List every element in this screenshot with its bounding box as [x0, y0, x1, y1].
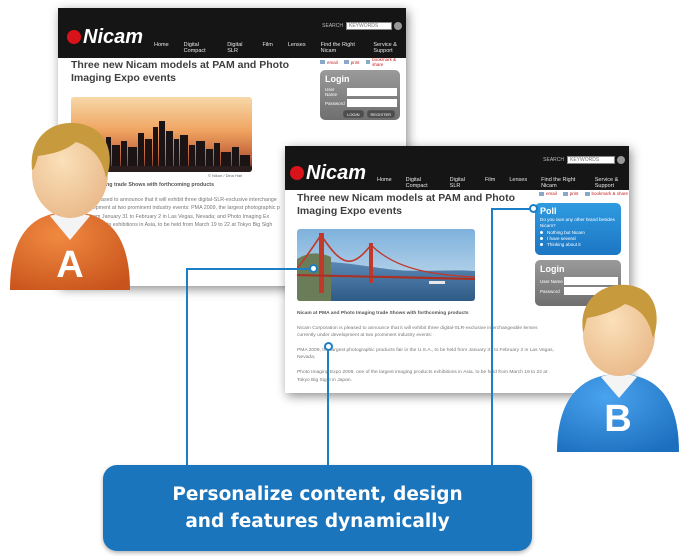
connector-line: [186, 268, 314, 270]
username-label: User Name: [325, 87, 338, 97]
search-box: SEARCH: [322, 22, 402, 30]
poll-option[interactable]: Thinking about it: [540, 242, 621, 247]
nav-item-lenses[interactable]: Lenses: [509, 177, 527, 189]
print-icon: [562, 191, 568, 196]
radio-icon: [540, 243, 543, 247]
connector-dot: [324, 342, 333, 351]
nav-item-lenses[interactable]: Lenses: [288, 42, 306, 54]
login-title: Login: [540, 264, 565, 274]
photo-caption: © Nikon / Dina Hari: [208, 173, 243, 178]
share-tools: email print bookmark & share: [539, 191, 628, 196]
nav-item-film[interactable]: Film: [262, 42, 272, 54]
search-go-icon[interactable]: [617, 156, 625, 164]
radio-icon: [540, 237, 543, 241]
site-header-bar: Nicam SEARCH Home Digital Compact Digita…: [58, 8, 406, 58]
nav-item-service[interactable]: Service & Support: [595, 177, 629, 189]
site-logo: Nicam: [67, 26, 143, 49]
email-link[interactable]: email: [539, 191, 557, 196]
site-logo: Nicam: [290, 162, 366, 185]
poll-option[interactable]: I have several: [540, 236, 621, 241]
golden-gate-bridge-photo: [297, 229, 475, 301]
share-icon: [584, 191, 590, 196]
share-link[interactable]: bookmark & share: [365, 57, 406, 67]
share-tools: email print bookmark & share: [320, 57, 406, 67]
nav-item-find-right[interactable]: Find the Right Nicam: [321, 42, 359, 54]
callout-line-2: and features dynamically: [185, 511, 450, 532]
main-nav: Home Digital Compact Digital SLR Film Le…: [377, 177, 629, 189]
share-link[interactable]: bookmark & share: [584, 191, 628, 196]
login-button[interactable]: LOGIN: [343, 110, 364, 118]
connector-line: [491, 208, 533, 210]
share-icon: [365, 60, 371, 64]
body-paragraph: PMA 2009, the largest photographic produ…: [297, 347, 554, 361]
article-title: Three new Nicam models at PAM and Photo …: [71, 59, 290, 84]
nav-item-digital-compact[interactable]: Digital Compact: [406, 177, 436, 189]
poll-option[interactable]: Nothing but Nicam: [540, 230, 621, 235]
search-label: SEARCH: [322, 23, 343, 29]
poll-title: Poll: [540, 206, 557, 216]
login-panel: Login User Name Password LOGIN REGISTER: [320, 70, 400, 120]
print-link[interactable]: print: [562, 191, 579, 196]
password-row: Password: [325, 99, 400, 107]
callout-line-1: Personalize content, design: [172, 484, 463, 505]
nav-item-home[interactable]: Home: [154, 42, 169, 54]
site-header-bar: Nicam SEARCH Home Digital Compact Digita…: [285, 146, 629, 190]
nav-item-digital-slr[interactable]: Digital SLR: [227, 42, 247, 54]
print-link[interactable]: print: [343, 57, 360, 67]
print-icon: [343, 60, 349, 64]
connector-dot: [309, 264, 318, 273]
body-paragraph: Nicam Corporation is pleased to announce…: [297, 325, 538, 339]
user-a-avatar: A: [6, 112, 134, 292]
avatar-b-letter: B: [604, 398, 632, 440]
search-label: SEARCH: [543, 157, 564, 163]
connector-line: [186, 268, 188, 467]
callout-box: Personalize content, design and features…: [103, 465, 532, 551]
password-field[interactable]: [347, 99, 397, 107]
email-link[interactable]: email: [320, 57, 338, 67]
body-paragraph: Photo Imaging Expo 2009, one of the larg…: [297, 369, 548, 383]
article-body: Nicam at PMA and Photo Imaging trade Sho…: [297, 310, 555, 391]
logo-mark-icon: [290, 166, 304, 180]
search-input[interactable]: [567, 156, 615, 164]
search-box: SEARCH: [543, 156, 625, 164]
article-title: Three new Nicam models at PAM and Photo …: [297, 192, 516, 217]
nav-item-digital-slr[interactable]: Digital SLR: [450, 177, 471, 189]
logo-mark-icon: [67, 30, 81, 44]
connector-line: [491, 208, 493, 467]
nav-item-find-right[interactable]: Find the Right Nicam: [541, 177, 581, 189]
user-b-avatar: B: [553, 276, 683, 454]
nav-item-home[interactable]: Home: [377, 177, 392, 189]
register-button[interactable]: REGISTER: [366, 110, 395, 118]
nav-item-service[interactable]: Service & Support: [373, 42, 406, 54]
nav-item-digital-compact[interactable]: Digital Compact: [184, 42, 213, 54]
article-subhead: Nicam at PMA and Photo Imaging trade Sho…: [297, 311, 469, 316]
connector-line: [327, 346, 329, 467]
radio-icon: [540, 231, 543, 235]
search-go-icon[interactable]: [394, 22, 402, 30]
poll-panel: Poll Do you own any other brand besides …: [535, 203, 621, 255]
email-icon: [320, 60, 325, 64]
connector-dot: [529, 204, 538, 213]
bridge-illustration: [297, 229, 475, 301]
login-title: Login: [325, 74, 350, 84]
login-buttons: LOGIN REGISTER: [320, 110, 395, 118]
nav-item-film[interactable]: Film: [485, 177, 495, 189]
email-icon: [539, 191, 544, 196]
username-row: User Name: [325, 87, 400, 97]
poll-question: Do you own any other brand besides Nicam…: [540, 217, 615, 228]
search-input[interactable]: [346, 22, 392, 30]
password-label: Password: [325, 100, 345, 106]
avatar-a-letter: A: [56, 244, 84, 286]
main-nav: Home Digital Compact Digital SLR Film Le…: [154, 42, 406, 54]
username-field[interactable]: [347, 88, 397, 96]
